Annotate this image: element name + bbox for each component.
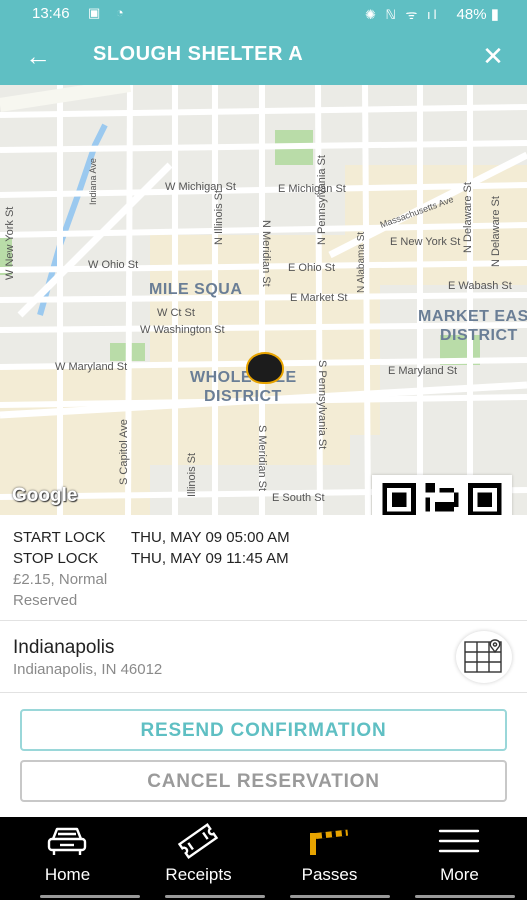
street-label: N Alabama St xyxy=(356,231,367,293)
status-time: 13:46 xyxy=(32,5,70,22)
map-pin-icon[interactable] xyxy=(456,631,512,683)
nav-label-receipts: Receipts xyxy=(165,865,232,884)
nav-label-passes: Passes xyxy=(301,865,358,884)
notification-icons: ▣ ◔ xyxy=(88,5,130,20)
street-label: N Delaware St xyxy=(490,196,502,267)
street-label: Indiana Ave xyxy=(88,158,98,205)
reservation-details: START LOCK THU, MAY 09 05:00 AM STOP LOCK… xyxy=(0,515,527,621)
street-label: W New York St xyxy=(4,206,16,280)
street-label: W Ct St xyxy=(157,307,195,319)
nav-indicator xyxy=(415,895,515,898)
district-label: DISTRICT xyxy=(204,388,282,405)
location-pin-icon[interactable] xyxy=(246,352,284,384)
barrier-icon xyxy=(310,829,349,855)
stop-lock-row: STOP LOCK THU, MAY 09 11:45 AM xyxy=(13,550,289,567)
street-label: Illinois St xyxy=(186,452,198,497)
street-label: W Michigan St xyxy=(165,181,236,193)
street-label: E New York St xyxy=(390,236,461,248)
menu-icon xyxy=(438,829,480,853)
ticket-icon xyxy=(177,823,219,859)
battery-indicator: 48% ▮ xyxy=(456,6,499,23)
car-icon xyxy=(47,827,87,855)
resend-confirmation-button[interactable]: RESEND CONFIRMATION xyxy=(20,709,507,751)
page-title: SLOUGH SHELTER A xyxy=(93,43,304,65)
start-lock-value: THU, MAY 09 05:00 AM xyxy=(131,529,290,546)
street-label: W Ohio St xyxy=(88,259,139,271)
street-label: E Market St xyxy=(290,292,348,304)
qr-code xyxy=(372,475,512,515)
street-label: N Meridian St xyxy=(260,220,272,287)
app-bar: ← SLOUGH SHELTER A ✕ xyxy=(0,28,527,85)
start-lock-row: START LOCK THU, MAY 09 05:00 AM xyxy=(13,529,290,546)
street-label: N Pennsylvania St xyxy=(316,155,328,245)
stop-lock-value: THU, MAY 09 11:45 AM xyxy=(131,550,289,567)
nav-indicator xyxy=(165,895,265,898)
street-label: E Maryland St xyxy=(388,365,458,377)
district-label: DISTRICT xyxy=(440,327,518,344)
start-lock-label: START LOCK xyxy=(13,529,106,546)
street-label: W Maryland St xyxy=(55,361,128,373)
arrow-left-icon[interactable]: ← xyxy=(20,38,56,74)
nav-label-more: More xyxy=(440,865,479,884)
street-label: E Michigan St xyxy=(278,183,346,195)
nav-indicator xyxy=(40,895,140,898)
nav-indicator xyxy=(290,895,390,898)
nav-item-more[interactable]: More xyxy=(394,817,525,900)
nav-item-receipts[interactable]: Receipts xyxy=(133,817,264,900)
street-label: S Capitol Ave xyxy=(118,419,130,485)
street-label: E Ohio St xyxy=(288,262,336,274)
qr-code-icon xyxy=(382,483,502,515)
street-label: W Washington St xyxy=(140,324,225,336)
nav-label-home: Home xyxy=(44,865,91,884)
district-label: MARKET EAS xyxy=(418,308,527,325)
street-label: S Meridian St xyxy=(256,425,268,492)
location-name: Indianapolis xyxy=(13,637,115,658)
location-address: Indianapolis, IN 46012 xyxy=(13,661,163,678)
bottom-nav: Home Receipts Passes More xyxy=(0,817,527,900)
map-view[interactable]: W Michigan St E Michigan St W Ohio St E … xyxy=(0,85,527,515)
stop-lock-label: STOP LOCK xyxy=(13,550,99,567)
district-label: MILE SQUA xyxy=(149,281,243,298)
connectivity-icons: ✺ ℕ ᯤ ıl xyxy=(365,7,440,22)
price-text: £2.15, Normal xyxy=(13,571,108,588)
location-section: Indianapolis Indianapolis, IN 46012 xyxy=(0,621,527,693)
nav-item-passes[interactable]: Passes xyxy=(264,817,395,900)
cancel-reservation-button[interactable]: CANCEL RESERVATION xyxy=(20,760,507,802)
street-label: N Illinois St xyxy=(213,189,225,245)
status-bar: 13:46 ▣ ◔ ✺ ℕ ᯤ ıl 48% ▮ xyxy=(0,0,527,28)
google-attribution: Google xyxy=(12,485,78,506)
street-label: S Pennsylvania St xyxy=(316,360,328,450)
reservation-status: Reserved xyxy=(13,592,78,609)
street-label: E Wabash St xyxy=(448,280,512,292)
close-icon[interactable]: ✕ xyxy=(475,38,511,74)
street-label: E South St xyxy=(272,492,325,504)
street-label: N Delaware St xyxy=(462,182,474,253)
nav-item-home[interactable]: Home xyxy=(2,817,133,900)
